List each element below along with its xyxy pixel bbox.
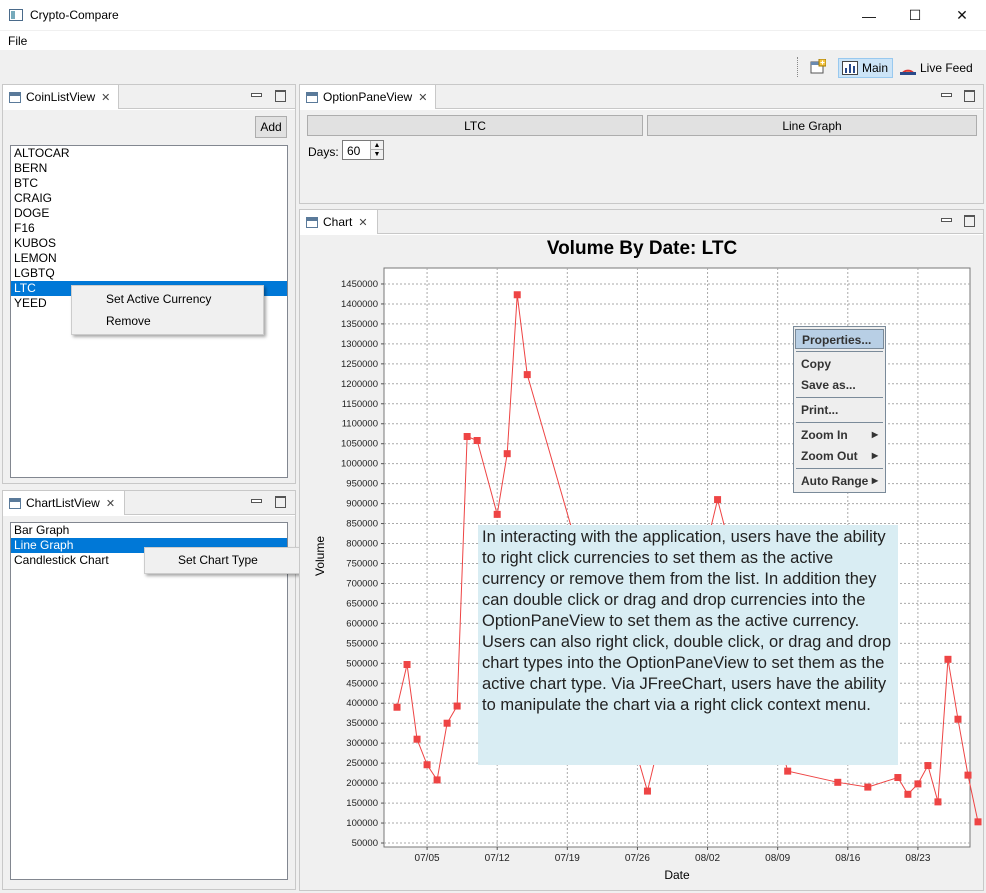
data-point bbox=[433, 776, 441, 784]
x-tick-label: 07/05 bbox=[415, 853, 440, 864]
copy-menu-item[interactable]: Copy bbox=[795, 354, 884, 374]
data-point bbox=[523, 371, 531, 379]
zoom-out-label: Zoom Out bbox=[801, 449, 858, 463]
properties-menu-item[interactable]: Properties... bbox=[795, 329, 884, 349]
y-tick-label: 1350000 bbox=[341, 319, 378, 330]
y-tick-label: 150000 bbox=[346, 798, 378, 809]
data-point bbox=[463, 433, 471, 441]
y-tick-label: 50000 bbox=[352, 838, 378, 849]
menu-separator bbox=[796, 422, 883, 423]
x-tick-label: 07/26 bbox=[625, 853, 650, 864]
data-point bbox=[393, 703, 401, 711]
annotation-note: In interacting with the application, use… bbox=[478, 525, 898, 765]
y-tick-label: 750000 bbox=[346, 558, 378, 569]
data-point bbox=[914, 780, 922, 788]
data-point bbox=[954, 715, 962, 723]
menu-separator bbox=[796, 468, 883, 469]
y-tick-label: 650000 bbox=[346, 598, 378, 609]
data-point bbox=[403, 661, 411, 669]
x-tick-label: 07/12 bbox=[485, 853, 510, 864]
print-menu-item[interactable]: Print... bbox=[795, 400, 884, 420]
y-tick-label: 1000000 bbox=[341, 459, 378, 470]
data-point bbox=[964, 771, 972, 779]
y-tick-label: 900000 bbox=[346, 499, 378, 510]
data-point bbox=[834, 778, 842, 786]
y-tick-label: 400000 bbox=[346, 698, 378, 709]
y-tick-label: 700000 bbox=[346, 578, 378, 589]
menu-separator bbox=[796, 397, 883, 398]
chart-title: Volume By Date: LTC bbox=[547, 238, 738, 259]
y-tick-label: 850000 bbox=[346, 519, 378, 530]
y-tick-label: 550000 bbox=[346, 638, 378, 649]
data-point bbox=[503, 450, 511, 458]
y-tick-label: 1450000 bbox=[341, 279, 378, 290]
x-axis-label: Date bbox=[664, 868, 690, 882]
data-point bbox=[513, 291, 521, 299]
save-as-menu-item[interactable]: Save as... bbox=[795, 375, 884, 395]
zoom-out-menu-item[interactable]: Zoom Out ▶ bbox=[795, 446, 884, 466]
submenu-arrow-icon: ▶ bbox=[871, 430, 878, 439]
data-point bbox=[643, 787, 651, 795]
y-tick-label: 350000 bbox=[346, 718, 378, 729]
y-tick-label: 1300000 bbox=[341, 339, 378, 350]
submenu-arrow-icon: ▶ bbox=[871, 476, 878, 485]
y-tick-label: 200000 bbox=[346, 778, 378, 789]
data-point bbox=[714, 496, 722, 504]
data-point bbox=[413, 735, 421, 743]
y-tick-label: 300000 bbox=[346, 738, 378, 749]
zoom-in-label: Zoom In bbox=[801, 428, 848, 442]
data-point bbox=[924, 762, 932, 770]
y-tick-label: 100000 bbox=[346, 818, 378, 829]
y-tick-label: 1200000 bbox=[341, 379, 378, 390]
y-tick-label: 1400000 bbox=[341, 299, 378, 310]
auto-range-menu-item[interactable]: Auto Range ▶ bbox=[795, 471, 884, 491]
auto-range-label: Auto Range bbox=[801, 474, 869, 488]
y-tick-label: 500000 bbox=[346, 658, 378, 669]
data-point bbox=[423, 761, 431, 769]
y-tick-label: 250000 bbox=[346, 758, 378, 769]
x-tick-label: 07/19 bbox=[555, 853, 580, 864]
y-axis-label: Volume bbox=[313, 536, 327, 576]
y-tick-label: 1150000 bbox=[342, 399, 378, 410]
x-tick-label: 08/16 bbox=[835, 853, 860, 864]
x-tick-label: 08/02 bbox=[695, 853, 720, 864]
annotation-paragraph-1: In interacting with the application, use… bbox=[482, 528, 886, 630]
y-tick-label: 1250000 bbox=[341, 359, 378, 370]
data-point bbox=[904, 790, 912, 798]
zoom-in-menu-item[interactable]: Zoom In ▶ bbox=[795, 425, 884, 445]
x-tick-label: 08/09 bbox=[765, 853, 790, 864]
data-point bbox=[974, 818, 982, 826]
chart-context-menu: Properties... Copy Save as... Print... Z… bbox=[793, 326, 886, 493]
data-point bbox=[944, 655, 952, 663]
data-point bbox=[934, 798, 942, 806]
y-tick-label: 600000 bbox=[346, 618, 378, 629]
y-tick-label: 1050000 bbox=[341, 439, 378, 450]
data-point bbox=[473, 437, 481, 445]
menu-separator bbox=[796, 351, 883, 352]
data-point bbox=[453, 702, 461, 710]
data-point bbox=[493, 510, 501, 518]
submenu-arrow-icon: ▶ bbox=[871, 451, 878, 460]
x-tick-label: 08/23 bbox=[905, 853, 930, 864]
data-point bbox=[443, 719, 451, 727]
y-tick-label: 800000 bbox=[346, 539, 378, 550]
y-tick-label: 950000 bbox=[346, 479, 378, 490]
data-point bbox=[894, 774, 902, 782]
annotation-paragraph-2: Users can also right click, double click… bbox=[482, 633, 892, 714]
y-tick-label: 450000 bbox=[346, 678, 378, 689]
data-point bbox=[864, 783, 872, 791]
y-tick-label: 1100000 bbox=[342, 419, 378, 430]
data-point bbox=[784, 767, 792, 775]
